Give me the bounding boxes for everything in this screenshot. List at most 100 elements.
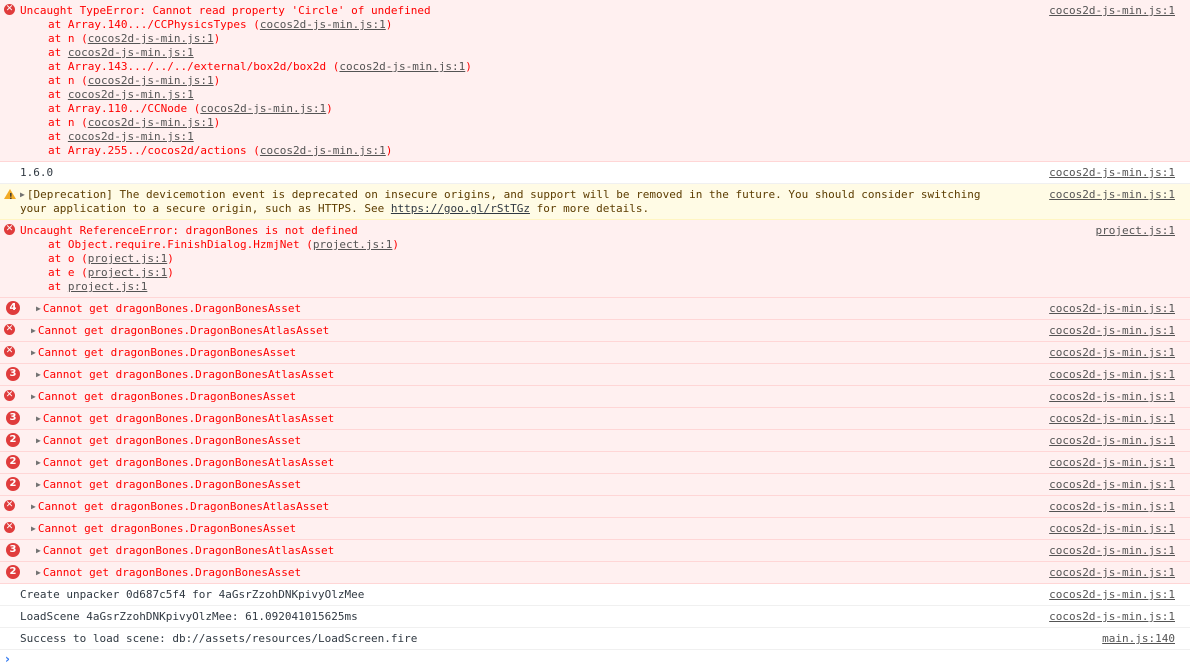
source-link[interactable]: cocos2d-js-min.js:1 [1049,302,1175,316]
stack-frame-link[interactable]: cocos2d-js-min.js:1 [88,116,214,129]
source-link[interactable]: cocos2d-js-min.js:1 [1049,566,1175,580]
grouped-error-row[interactable]: 3 ▶ Cannot get dragonBones.DragonBonesAtla… [0,540,1190,562]
disclosure-triangle-icon[interactable]: ▶ [31,502,36,511]
stack-frame: at Array.140.../CCPhysicsTypes (cocos2d-… [48,18,393,31]
grouped-error-row[interactable]: 3 ▶ Cannot get dragonBones.DragonBonesAtla… [0,364,1190,386]
console-warning-message[interactable]: ! ▶ [Deprecation] The devicemotion event … [0,184,1190,220]
console-panel: ✕ Uncaught TypeError: Cannot read proper… [0,0,1190,668]
stack-frame-link[interactable]: project.js:1 [68,280,147,293]
source-link[interactable]: main.js:140 [1102,632,1175,646]
repeat-count-badge: 2 [6,455,20,469]
stack-frame: at cocos2d-js-min.js:1 [48,46,194,59]
grouped-error-row[interactable]: ✕ ▶ Cannot get dragonBones.DragonBonesAsse… [0,386,1190,408]
source-link[interactable]: cocos2d-js-min.js:1 [1049,368,1175,382]
source-link[interactable]: cocos2d-js-min.js:1 [1049,188,1175,202]
source-link[interactable]: cocos2d-js-min.js:1 [1049,434,1175,448]
disclosure-triangle-icon[interactable]: ▶ [36,546,41,555]
source-link[interactable]: cocos2d-js-min.js:1 [1049,390,1175,404]
grouped-error-row[interactable]: 2 ▶ Cannot get dragonBones.DragonBonesAsse… [0,474,1190,496]
repeat-count-badge: 4 [6,301,20,315]
stack-frame-link[interactable]: cocos2d-js-min.js:1 [260,18,386,31]
source-link[interactable]: cocos2d-js-min.js:1 [1049,4,1175,18]
source-link[interactable]: cocos2d-js-min.js:1 [1049,522,1175,536]
source-link[interactable]: cocos2d-js-min.js:1 [1049,588,1175,602]
error-text: Cannot get dragonBones.DragonBonesAsset [37,390,297,403]
stack-frame-link[interactable]: cocos2d-js-min.js:1 [200,102,326,115]
error-circle-icon: ✕ [4,390,15,401]
log-text: LoadScene 4aGsrZzohDNKpivyOlzMee: 61.092… [20,610,358,623]
grouped-error-row[interactable]: ✕ ▶ Cannot get dragonBones.DragonBonesAsse… [0,518,1190,540]
grouped-error-row[interactable]: 3 ▶ Cannot get dragonBones.DragonBonesAtla… [0,408,1190,430]
console-log-message: 1.6.0 cocos2d-js-min.js:1 [0,162,1190,184]
error-text: Cannot get dragonBones.DragonBonesAsset [42,302,302,315]
source-link[interactable]: cocos2d-js-min.js:1 [1049,166,1175,180]
console-error-message: ✕ Uncaught TypeError: Cannot read proper… [0,0,1190,162]
disclosure-triangle-icon[interactable]: ▶ [36,436,41,445]
stack-frame: at project.js:1 [48,280,148,293]
source-link[interactable]: cocos2d-js-min.js:1 [1049,610,1175,624]
source-link[interactable]: cocos2d-js-min.js:1 [1049,544,1175,558]
source-link[interactable]: cocos2d-js-min.js:1 [1049,346,1175,360]
source-link[interactable]: project.js:1 [1096,224,1175,238]
stack-frame-link[interactable]: cocos2d-js-min.js:1 [68,46,194,59]
error-text: Cannot get dragonBones.DragonBonesAtlasA… [42,368,335,381]
stack-frame: at n (cocos2d-js-min.js:1) [48,32,221,45]
stack-frame: at n (cocos2d-js-min.js:1) [48,116,221,129]
grouped-error-row[interactable]: 2 ▶ Cannot get dragonBones.DragonBonesAsse… [0,562,1190,584]
repeat-count-badge: 2 [6,477,20,491]
stack-frame-link[interactable]: project.js:1 [313,238,392,251]
stack-frame-link[interactable]: cocos2d-js-min.js:1 [68,130,194,143]
disclosure-triangle-icon[interactable]: ▶ [36,480,41,489]
disclosure-triangle-icon[interactable]: ▶ [36,304,41,313]
repeat-count-badge: 3 [6,411,20,425]
warning-exclamation-icon: ! [9,192,13,201]
stack-frame-link[interactable]: project.js:1 [88,252,167,265]
repeat-count-badge: 3 [6,543,20,557]
grouped-error-row[interactable]: 2 ▶ Cannot get dragonBones.DragonBonesAsse… [0,430,1190,452]
disclosure-triangle-icon[interactable]: ▶ [20,190,25,199]
stack-frame: at Object.require.FinishDialog.HzmjNet (… [48,238,400,251]
stack-frame-link[interactable]: cocos2d-js-min.js:1 [260,144,386,157]
stack-frame-link[interactable]: project.js:1 [88,266,167,279]
warning-link[interactable]: https://goo.gl/rStTGz [391,202,530,215]
stack-frame-link[interactable]: cocos2d-js-min.js:1 [339,60,465,73]
stack-frame-link[interactable]: cocos2d-js-min.js:1 [68,88,194,101]
stack-frame: at Array.110../CCNode (cocos2d-js-min.js… [48,102,333,115]
disclosure-triangle-icon[interactable]: ▶ [31,326,36,335]
grouped-error-list: 4 ▶ Cannot get dragonBones.DragonBonesAsse… [0,298,1190,584]
stack-frame-link[interactable]: cocos2d-js-min.js:1 [88,32,214,45]
disclosure-triangle-icon[interactable]: ▶ [31,392,36,401]
source-link[interactable]: cocos2d-js-min.js:1 [1049,456,1175,470]
disclosure-triangle-icon[interactable]: ▶ [31,348,36,357]
grouped-error-row[interactable]: 2 ▶ Cannot get dragonBones.DragonBonesAtla… [0,452,1190,474]
disclosure-triangle-icon[interactable]: ▶ [31,524,36,533]
grouped-error-row[interactable]: ✕ ▶ Cannot get dragonBones.DragonBonesAtla… [0,496,1190,518]
warning-text-tail: for more details. [529,202,650,215]
log-text: Success to load scene: db://assets/resou… [20,632,418,645]
disclosure-triangle-icon[interactable]: ▶ [36,568,41,577]
error-text: Cannot get dragonBones.DragonBonesAsset [42,434,302,447]
log-text: Create unpacker 0d687c5f4 for 4aGsrZzohD… [20,588,365,601]
stack-frame-link[interactable]: cocos2d-js-min.js:1 [88,74,214,87]
source-link[interactable]: cocos2d-js-min.js:1 [1049,478,1175,492]
grouped-error-row[interactable]: ✕ ▶ Cannot get dragonBones.DragonBonesAtla… [0,320,1190,342]
console-log-message: LoadScene 4aGsrZzohDNKpivyOlzMee: 61.092… [0,606,1190,628]
source-link[interactable]: cocos2d-js-min.js:1 [1049,324,1175,338]
disclosure-triangle-icon[interactable]: ▶ [36,458,41,467]
source-link[interactable]: cocos2d-js-min.js:1 [1049,500,1175,514]
log-text: 1.6.0 [20,166,54,179]
stack-frame: at e (project.js:1) [48,266,174,279]
prompt-chevron-icon: › [5,652,10,666]
source-link[interactable]: cocos2d-js-min.js:1 [1049,412,1175,426]
grouped-error-row[interactable]: 4 ▶ Cannot get dragonBones.DragonBonesAsse… [0,298,1190,320]
disclosure-triangle-icon[interactable]: ▶ [36,414,41,423]
error-text: Cannot get dragonBones.DragonBonesAsset [37,346,297,359]
stack-frame: at cocos2d-js-min.js:1 [48,130,194,143]
disclosure-triangle-icon[interactable]: ▶ [36,370,41,379]
repeat-count-badge: 2 [6,565,20,579]
grouped-error-row[interactable]: ✕ ▶ Cannot get dragonBones.DragonBonesAsse… [0,342,1190,364]
stack-frame: at cocos2d-js-min.js:1 [48,88,194,101]
console-prompt[interactable]: › [0,650,1190,668]
error-text: Uncaught TypeError: Cannot read property… [20,4,431,17]
error-text: Cannot get dragonBones.DragonBonesAsset [42,478,302,491]
